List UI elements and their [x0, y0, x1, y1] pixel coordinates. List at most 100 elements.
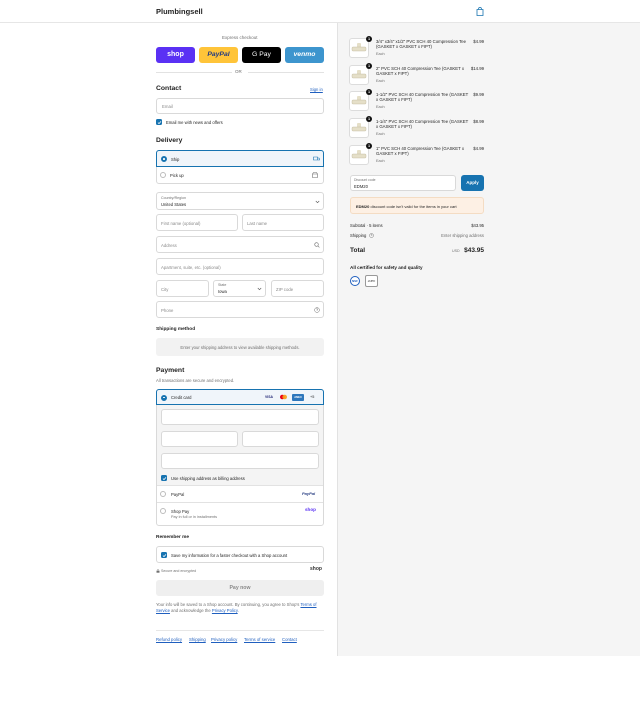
phone-placeholder: Phone	[161, 308, 174, 313]
card-expiry-field[interactable]	[161, 431, 238, 447]
address-field[interactable]: Address	[156, 236, 324, 253]
chevron-down-icon	[257, 287, 262, 291]
cupc-badge: cUPC	[365, 275, 378, 287]
card-number-field[interactable]	[161, 409, 319, 425]
apartment-field[interactable]: Apartment, suite, etc. (optional)	[156, 258, 324, 275]
order-summary	[337, 23, 640, 656]
shop-pay-express-button[interactable]: shop	[156, 47, 195, 63]
item-unit: Each	[376, 159, 385, 163]
newsletter-label: Email me with news and offers	[166, 120, 223, 125]
subtotal-label: Subtotal · 5 items	[350, 223, 383, 228]
discount-error-banner: EDM20 discount code isn't valid for the …	[350, 197, 484, 214]
truck-icon	[313, 156, 320, 161]
state-select[interactable]: State Iowa	[213, 280, 266, 297]
billing-same-checkbox[interactable]	[161, 475, 167, 481]
more-cards-label: +5	[310, 395, 315, 399]
remember-me-heading: Remember me	[156, 535, 190, 540]
help-icon[interactable]	[369, 233, 374, 238]
zip-placeholder: ZIP code	[276, 287, 294, 292]
sign-in-link[interactable]: Sign in	[310, 87, 323, 92]
pay-now-button[interactable]: Pay now	[156, 580, 324, 596]
ship-radio[interactable]	[161, 156, 167, 162]
shipping-policy-link[interactable]: Shipping	[189, 637, 206, 642]
apply-discount-button[interactable]: Apply	[461, 175, 484, 191]
ship-option[interactable]: Ship	[156, 150, 324, 167]
phone-field[interactable]: Phone	[156, 301, 324, 318]
shopping-bag-icon[interactable]	[476, 7, 484, 16]
state-value: Iowa	[218, 289, 227, 294]
country-select[interactable]: Country/Region United States	[156, 192, 324, 210]
visa-icon: VISA	[265, 395, 273, 399]
payment-heading: Payment	[156, 367, 185, 374]
paypal-express-button[interactable]: PayPal	[199, 47, 238, 63]
checkmark-icon	[162, 553, 166, 557]
save-info-checkbox[interactable]	[161, 552, 167, 558]
item-unit: Each	[376, 105, 385, 109]
pvc-tee-image	[351, 123, 367, 132]
last-name-field[interactable]: Last name	[242, 214, 324, 231]
paypal-radio[interactable]	[160, 491, 166, 497]
shop-logo: shop	[310, 566, 322, 572]
divider-right	[248, 72, 324, 73]
discount-code-field[interactable]: Discount code EDM20	[350, 175, 456, 191]
card-name-field[interactable]	[161, 453, 319, 469]
privacy-link[interactable]: Privacy Policy	[212, 608, 238, 613]
discount-label: Discount code	[354, 178, 376, 182]
refund-policy-link[interactable]: Refund policy	[156, 637, 182, 642]
divider-left	[156, 72, 232, 73]
city-field[interactable]: City	[156, 280, 209, 297]
total-value: $43.95	[464, 247, 484, 254]
country-label: Country/Region	[161, 196, 186, 200]
contact-link[interactable]: Contact	[282, 637, 297, 642]
shop-pay-option[interactable]: Shop Pay Pay in full or in installments …	[157, 503, 323, 525]
country-value: United States	[161, 202, 187, 207]
item-unit: Each	[376, 52, 385, 56]
mastercard-icon	[280, 394, 287, 400]
item-price: $4.99	[473, 39, 484, 44]
help-icon[interactable]	[314, 307, 320, 313]
pvc-tee-image	[351, 43, 367, 52]
paypal-option[interactable]: PayPal PayPal	[157, 486, 323, 502]
google-pay-express-button[interactable]: G Pay	[242, 47, 281, 63]
zip-field[interactable]: ZIP code	[271, 280, 324, 297]
remember-me-box: Save my information for a faster checkou…	[156, 546, 324, 563]
apartment-placeholder: Apartment, suite, etc. (optional)	[161, 265, 221, 270]
address-placeholder: Address	[161, 243, 177, 248]
shipping-method-heading: Shipping method	[156, 327, 196, 332]
item-unit: Each	[376, 132, 385, 136]
certification-heading: All certified for safety and quality	[350, 265, 423, 270]
privacy-policy-link[interactable]: Privacy policy	[211, 637, 237, 642]
store-logo[interactable]: Plumbingsell	[156, 7, 203, 16]
venmo-express-button[interactable]: venmo	[285, 47, 324, 63]
first-name-field[interactable]: First name (optional)	[156, 214, 238, 231]
pickup-option[interactable]: Pick up	[157, 168, 323, 183]
email-field[interactable]: Email	[156, 98, 324, 114]
express-checkout-title: Express checkout	[222, 35, 258, 40]
city-placeholder: City	[161, 287, 169, 292]
discount-value: EDM20	[354, 184, 368, 189]
shop-pay-radio[interactable]	[160, 508, 166, 514]
state-label: State	[218, 283, 227, 287]
delivery-heading: Delivery	[156, 137, 183, 144]
pvc-tee-image	[351, 70, 367, 79]
terms-of-service-link[interactable]: Terms of service	[244, 637, 275, 642]
quantity-badge: 1	[366, 63, 372, 69]
credit-card-radio[interactable]	[161, 394, 167, 401]
credit-card-option[interactable]: Credit card VISA AMEX +5	[156, 389, 324, 405]
quantity-badge: 1	[366, 116, 372, 122]
card-cvv-field[interactable]	[242, 431, 319, 447]
payment-subtitle: All transactions are secure and encrypte…	[156, 378, 235, 383]
shop-pay-subtitle: Pay in full or in installments	[171, 515, 218, 519]
item-price: $14.99	[470, 66, 484, 71]
pvc-tee-image	[351, 150, 367, 159]
pickup-radio[interactable]	[160, 172, 166, 178]
site-header: Plumbingsell	[0, 0, 640, 23]
save-info-label: Save my information for a faster checkou…	[171, 553, 288, 558]
store-icon	[312, 172, 318, 178]
newsletter-checkbox[interactable]	[156, 119, 162, 125]
shipping-notice-text: Enter your shipping address to view avai…	[180, 344, 300, 350]
last-name-placeholder: Last name	[247, 221, 268, 226]
pickup-label: Pick up	[170, 173, 184, 178]
card-form: Use shipping address as billing address	[157, 405, 323, 485]
first-name-placeholder: First name (optional)	[161, 221, 201, 226]
